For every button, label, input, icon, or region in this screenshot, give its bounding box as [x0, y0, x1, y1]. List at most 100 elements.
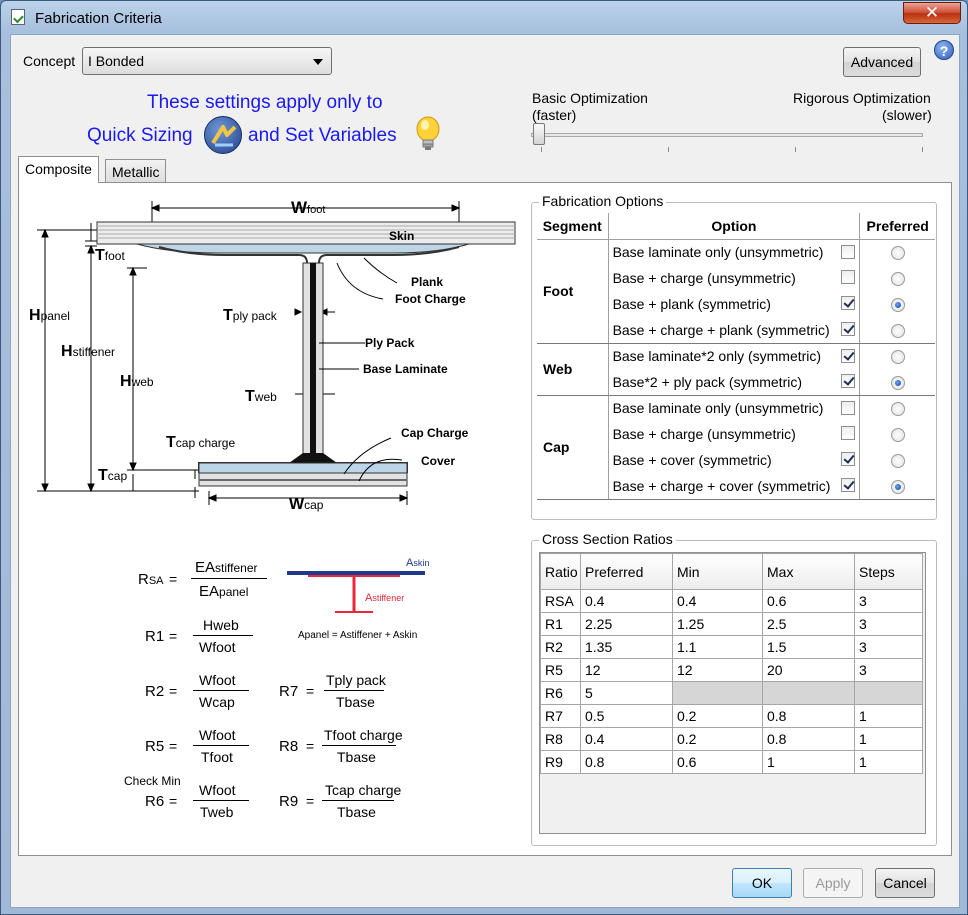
cross-section-table: Ratio Preferred Min Max Steps RSA 0.4 0.… — [540, 553, 923, 774]
max-cell[interactable]: 0.6 — [762, 589, 855, 613]
fraction-bar — [322, 745, 396, 746]
min-cell[interactable]: 1.1 — [672, 635, 763, 659]
cross-section-grid: Ratio Preferred Min Max Steps RSA 0.4 0.… — [539, 552, 926, 834]
option-checkbox[interactable] — [841, 452, 856, 466]
fraction-bar — [193, 745, 249, 746]
slider-tick — [795, 147, 796, 152]
option-checkbox[interactable] — [841, 270, 856, 284]
min-cell[interactable]: 0.2 — [672, 704, 763, 728]
steps-cell[interactable]: 3 — [854, 635, 923, 659]
table-row: RSA 0.4 0.4 0.6 3 — [540, 589, 923, 613]
concept-label: Concept — [23, 53, 76, 69]
set-variables-text: and Set Variables — [248, 125, 397, 146]
preferred-cell[interactable]: 1.35 — [580, 635, 673, 659]
preferred-radio[interactable] — [890, 375, 905, 390]
steps-col-header: Steps — [854, 553, 923, 590]
max-cell[interactable]: 0.8 — [762, 704, 855, 728]
fraction-bar — [191, 578, 267, 579]
min-cell[interactable]: 1.25 — [672, 612, 763, 636]
min-cell[interactable]: 12 — [672, 658, 763, 682]
hstiffener-label: Hstiffener — [61, 343, 116, 360]
max-cell[interactable]: 2.5 — [762, 612, 855, 636]
option-label: Base laminate*2 only (symmetric) — [612, 348, 822, 365]
preferred-radio[interactable] — [890, 323, 905, 338]
r9-lhs: R9 — [279, 793, 299, 810]
min-col-header: Min — [672, 553, 763, 590]
ply-pack-label: Ply Pack — [365, 336, 415, 350]
option-checkbox[interactable] — [841, 348, 856, 363]
preferred-radio[interactable] — [890, 479, 905, 494]
tcap-label: Tcap — [98, 467, 128, 484]
max-cell[interactable]: 1.5 — [762, 635, 855, 659]
r7-denominator: Tbase — [336, 694, 375, 710]
steps-cell[interactable]: 1 — [854, 727, 923, 751]
min-cell[interactable]: 0.4 — [672, 589, 763, 613]
ok-button[interactable]: OK — [732, 868, 792, 898]
r6-numerator: Wfoot — [199, 782, 236, 798]
optimization-slider-thumb[interactable] — [533, 123, 545, 145]
max-cell[interactable]: 1 — [762, 750, 855, 774]
r9-denominator: Tbase — [337, 804, 376, 820]
equals-sign: = — [169, 683, 178, 699]
steps-cell[interactable]: 3 — [854, 589, 923, 613]
max-cell[interactable]: 20 — [762, 658, 855, 682]
steps-cell[interactable]: 1 — [854, 704, 923, 728]
ratio-name-cell: R7 — [540, 704, 581, 728]
close-button[interactable]: ✕ — [903, 2, 961, 24]
fraction-bar — [193, 635, 253, 636]
preferred-radio[interactable] — [890, 298, 905, 313]
cancel-button[interactable]: Cancel — [875, 868, 935, 898]
ratio-name-cell: R5 — [540, 658, 581, 682]
equals-sign: = — [169, 628, 178, 644]
preferred-radio[interactable] — [890, 428, 905, 443]
tab-metallic[interactable]: Metallic — [105, 159, 167, 184]
option-checkbox[interactable] — [841, 426, 856, 440]
option-checkbox[interactable] — [841, 374, 856, 388]
help-icon[interactable]: ? — [934, 40, 954, 60]
skin-label: Skin — [389, 229, 415, 243]
steps-cell[interactable]: 3 — [854, 658, 923, 682]
option-checkbox[interactable] — [841, 400, 856, 415]
apanel-equation: Apanel = Astiffener + Askin — [298, 630, 418, 641]
min-cell[interactable]: 0.2 — [672, 727, 763, 751]
chevron-down-icon — [313, 59, 323, 65]
max-cell[interactable]: 0.8 — [762, 727, 855, 751]
tab-composite[interactable]: Composite — [18, 156, 99, 183]
basic-optimization-sub: (faster) — [532, 107, 577, 123]
option-checkbox[interactable] — [841, 478, 856, 492]
preferred-cell[interactable]: 0.4 — [580, 727, 673, 751]
plank-label: Plank — [411, 275, 444, 289]
preferred-cell[interactable]: 5 — [580, 681, 673, 705]
option-checkbox[interactable] — [841, 322, 856, 336]
concept-select[interactable]: I Bonded — [82, 47, 332, 75]
option-checkbox[interactable] — [841, 244, 856, 259]
optimization-slider-track[interactable] — [531, 133, 923, 137]
preferred-cell[interactable]: 12 — [580, 658, 673, 682]
preferred-cell[interactable]: 2.25 — [580, 612, 673, 636]
preferred-radio[interactable] — [890, 350, 905, 365]
option-label: Base + plank (symmetric) — [612, 296, 771, 312]
apply-button[interactable]: Apply — [803, 868, 863, 898]
ratio-name-cell: R8 — [540, 727, 581, 751]
steps-cell[interactable]: 3 — [854, 612, 923, 636]
ratio-name-cell: R1 — [540, 612, 581, 636]
steps-cell[interactable]: 1 — [854, 750, 923, 774]
equals-sign: = — [306, 738, 315, 754]
advanced-button[interactable]: Advanced — [843, 47, 921, 77]
tcapcharge-label: Tcap charge — [166, 434, 236, 451]
r6-lhs: R6 — [145, 793, 165, 810]
preferred-radio[interactable] — [890, 402, 905, 417]
option-checkbox[interactable] — [841, 296, 856, 310]
concept-value: I Bonded — [88, 53, 145, 69]
table-row: R9 0.8 0.6 1 1 — [540, 750, 923, 774]
preferred-cell[interactable]: 0.5 — [580, 704, 673, 728]
r8-lhs: R8 — [279, 738, 299, 755]
rsa-numerator: EAstiffener — [195, 559, 258, 576]
preferred-radio[interactable] — [890, 454, 905, 469]
preferred-cell[interactable]: 0.4 — [580, 589, 673, 613]
min-cell[interactable]: 0.6 — [672, 750, 763, 774]
preferred-cell[interactable]: 0.8 — [580, 750, 673, 774]
fab-option-row: Web Base laminate*2 only (symmetric) — [537, 343, 935, 396]
preferred-radio[interactable] — [890, 246, 905, 261]
preferred-radio[interactable] — [890, 272, 905, 287]
